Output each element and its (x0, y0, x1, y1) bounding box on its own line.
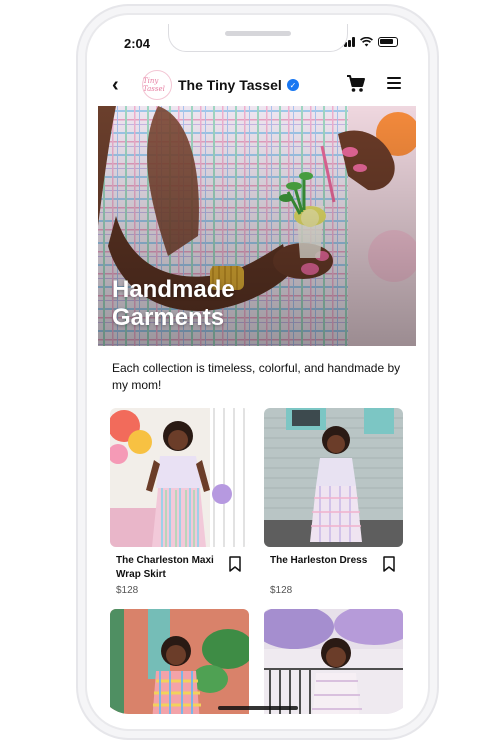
bookmark-icon[interactable] (229, 556, 241, 572)
cart-icon[interactable] (346, 74, 366, 94)
product-image[interactable] (110, 609, 249, 714)
notch (168, 24, 348, 52)
product-price: $128 (116, 585, 139, 596)
collection-description: Each collection is timeless, colorful, a… (112, 361, 401, 392)
hero-title: Handmade Garments (112, 276, 235, 331)
product-card[interactable]: The Charleston Maxi Wrap Skirt $128 (110, 408, 249, 596)
logo-text: Tiny Tassel (143, 77, 165, 93)
product-image[interactable] (110, 408, 249, 547)
status-icons (340, 37, 398, 47)
product-image[interactable] (264, 408, 403, 547)
bookmark-icon[interactable] (383, 556, 395, 572)
verified-icon: ✓ (287, 79, 299, 91)
product-card[interactable]: The Harleston Dress $128 (264, 408, 403, 596)
product-card[interactable] (110, 609, 249, 714)
menu-icon[interactable] (387, 77, 401, 92)
battery-icon (378, 37, 398, 47)
product-card[interactable] (264, 609, 403, 714)
hero-banner[interactable]: Handmade Garments (98, 106, 416, 346)
status-time: 2:04 (124, 36, 151, 51)
store-logo[interactable]: Tiny Tassel (142, 70, 172, 100)
store-name[interactable]: The Tiny Tassel (178, 77, 282, 93)
wifi-icon (360, 37, 373, 47)
home-indicator[interactable] (218, 706, 298, 710)
store-navbar: ‹ Tiny Tassel The Tiny Tassel ✓ (98, 66, 416, 106)
product-image[interactable] (264, 609, 403, 714)
product-price: $128 (270, 585, 293, 596)
product-name[interactable]: The Charleston Maxi Wrap Skirt (116, 554, 221, 582)
app-screen: 2:04 ‹ Tiny Tassel The Tiny Tassel ✓ Han… (98, 24, 416, 714)
product-name[interactable]: The Harleston Dress (270, 554, 375, 568)
back-arrow-icon[interactable]: ‹ (112, 74, 119, 97)
